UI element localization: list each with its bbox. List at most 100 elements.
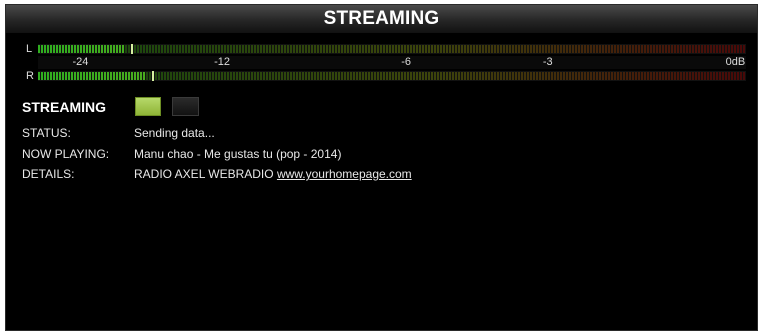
- meter-segment: [206, 72, 208, 80]
- meter-segment: [719, 72, 721, 80]
- right-channel-label: R: [26, 70, 34, 82]
- meter-segment: [506, 45, 508, 53]
- meter-segment: [290, 45, 292, 53]
- meter-segment: [536, 72, 538, 80]
- meter-segment: [554, 72, 556, 80]
- meter-segment: [188, 45, 190, 53]
- meter-segment: [248, 45, 250, 53]
- meter-segment: [398, 45, 400, 53]
- meter-segment: [665, 45, 667, 53]
- meter-segment: [41, 45, 43, 53]
- meter-segment: [680, 72, 682, 80]
- meter-segment: [707, 45, 709, 53]
- meter-segment: [716, 45, 718, 53]
- meter-segment: [422, 72, 424, 80]
- meter-segment: [500, 45, 502, 53]
- meter-segment: [710, 72, 712, 80]
- meter-segment: [140, 45, 142, 53]
- meter-segment: [482, 45, 484, 53]
- meter-segment: [101, 45, 103, 53]
- meter-segment: [227, 45, 229, 53]
- meter-segment: [380, 45, 382, 53]
- meter-segment: [404, 45, 406, 53]
- homepage-link[interactable]: www.yourhomepage.com: [277, 167, 412, 181]
- meter-segment: [527, 72, 529, 80]
- meter-segment: [725, 72, 727, 80]
- meter-segment: [224, 45, 226, 53]
- meter-segment: [380, 72, 382, 80]
- meter-segment: [80, 45, 82, 53]
- meter-segment: [569, 45, 571, 53]
- meter-segment: [386, 45, 388, 53]
- meter-segment: [443, 72, 445, 80]
- meter-segment: [602, 72, 604, 80]
- meter-segment: [431, 45, 433, 53]
- meter-segment: [296, 72, 298, 80]
- meter-segment: [551, 45, 553, 53]
- meter-segment: [134, 72, 136, 80]
- meter-segment: [449, 45, 451, 53]
- meter-segment: [257, 45, 259, 53]
- meter-segment: [266, 45, 268, 53]
- vu-meter: L -24 -12 -6 -3 0dB R: [26, 43, 748, 85]
- meter-segment: [362, 72, 364, 80]
- streaming-off-button[interactable]: [172, 97, 199, 116]
- meter-segment: [77, 45, 79, 53]
- meter-segment: [704, 72, 706, 80]
- meter-segment: [533, 72, 535, 80]
- meter-segment: [338, 45, 340, 53]
- meter-segment: [293, 45, 295, 53]
- meter-segment: [731, 45, 733, 53]
- meter-segment: [662, 45, 664, 53]
- meter-segment: [176, 72, 178, 80]
- meter-segment: [239, 72, 241, 80]
- meter-segment: [167, 72, 169, 80]
- meter-segment: [692, 72, 694, 80]
- meter-segment: [662, 72, 664, 80]
- meter-segment: [191, 45, 193, 53]
- meter-segment: [419, 45, 421, 53]
- meter-segment: [170, 45, 172, 53]
- meter-segment: [92, 72, 94, 80]
- meter-segment: [710, 45, 712, 53]
- meter-segment: [737, 72, 739, 80]
- meter-segment: [671, 72, 673, 80]
- meter-segment: [359, 72, 361, 80]
- meter-segment: [623, 72, 625, 80]
- meter-segment: [395, 72, 397, 80]
- meter-segment: [38, 45, 40, 53]
- meter-segment: [524, 45, 526, 53]
- meter-segment: [581, 45, 583, 53]
- meter-segment: [557, 45, 559, 53]
- meter-segment: [242, 72, 244, 80]
- meter-segment: [83, 45, 85, 53]
- meter-segment: [542, 72, 544, 80]
- meter-segment: [257, 72, 259, 80]
- meter-segment: [203, 72, 205, 80]
- meter-segment: [320, 45, 322, 53]
- meter-segment: [239, 45, 241, 53]
- meter-segment: [638, 72, 640, 80]
- meter-segment: [263, 45, 265, 53]
- meter-segment: [227, 72, 229, 80]
- status-label: STATUS:: [22, 126, 71, 140]
- meter-segment: [71, 72, 73, 80]
- meter-segment: [437, 72, 439, 80]
- meter-segment: [317, 45, 319, 53]
- meter-segment: [740, 45, 742, 53]
- meter-segment: [155, 72, 157, 80]
- meter-segment: [722, 72, 724, 80]
- meter-segment: [95, 45, 97, 53]
- now-playing-value: Manu chao - Me gustas tu (pop - 2014): [134, 147, 342, 161]
- meter-segment: [407, 72, 409, 80]
- streaming-on-button[interactable]: [135, 97, 161, 116]
- meter-segment: [695, 45, 697, 53]
- meter-segment: [374, 45, 376, 53]
- meter-segment: [275, 72, 277, 80]
- meter-segment: [251, 45, 253, 53]
- meter-segment: [617, 45, 619, 53]
- meter-segment: [659, 45, 661, 53]
- meter-segment: [425, 72, 427, 80]
- meter-segment: [230, 72, 232, 80]
- meter-segment: [641, 72, 643, 80]
